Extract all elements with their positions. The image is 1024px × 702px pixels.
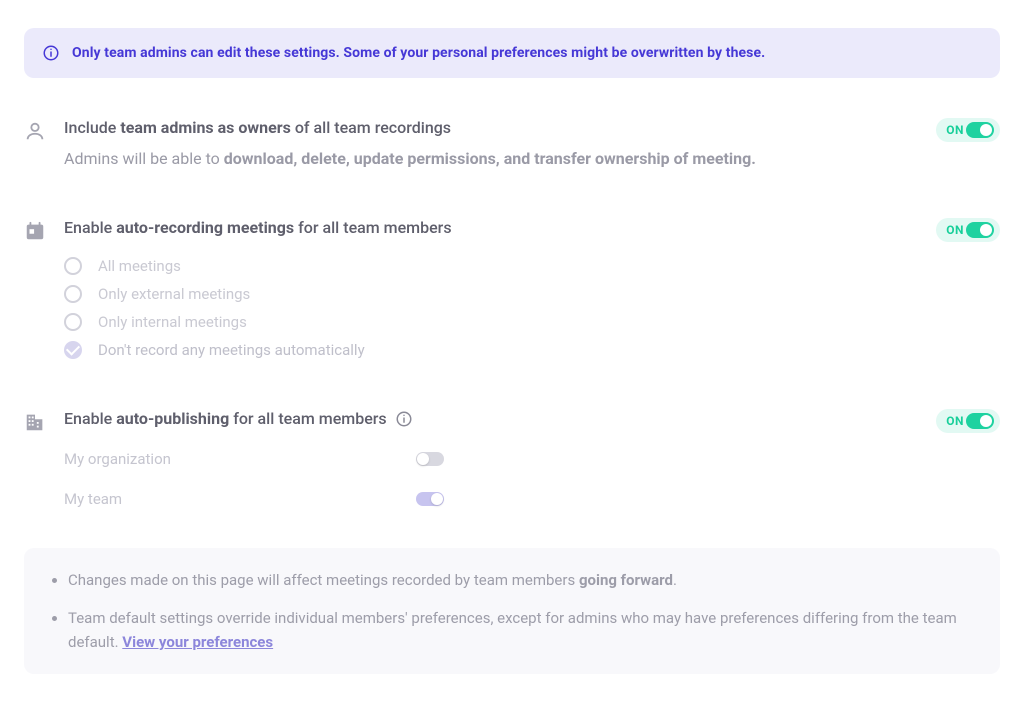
toggle-auto-publishing[interactable]: ON (936, 409, 1000, 433)
radio-all-meetings[interactable]: All meetings (64, 257, 918, 275)
radio-checked-icon (64, 341, 82, 359)
toggle-my-organization[interactable] (416, 452, 444, 466)
info-icon (42, 44, 60, 62)
calendar-icon (24, 220, 46, 242)
footer-bullet-2: Team default settings override individua… (68, 606, 972, 654)
view-preferences-link[interactable]: View your preferences (122, 633, 273, 651)
setting-auto-recording: Enable auto-recording meetings for all t… (24, 218, 1000, 359)
radio-unchecked-icon (64, 285, 82, 303)
switch-on-icon (966, 222, 994, 238)
building-icon (24, 411, 46, 433)
toggle-auto-recording[interactable]: ON (936, 218, 1000, 242)
radio-external-meetings[interactable]: Only external meetings (64, 285, 918, 303)
toggle-label: ON (946, 123, 964, 137)
info-icon[interactable] (395, 410, 413, 428)
radio-dont-record[interactable]: Don't record any meetings automatically (64, 341, 918, 359)
switch-on-icon (966, 413, 994, 429)
auto-recording-options: All meetings Only external meetings Only… (64, 257, 918, 359)
sub-toggle-my-team: My team (64, 490, 444, 508)
setting-include-admins: Include team admins as owners of all tea… (24, 118, 1000, 168)
toggle-label: ON (946, 414, 964, 428)
setting-title: Enable auto-publishing for all team memb… (64, 409, 387, 428)
toggle-my-team[interactable] (416, 492, 444, 506)
radio-unchecked-icon (64, 257, 82, 275)
person-icon (24, 120, 46, 142)
footer-bullet-1: Changes made on this page will affect me… (68, 568, 972, 592)
radio-internal-meetings[interactable]: Only internal meetings (64, 313, 918, 331)
admin-notice-banner: Only team admins can edit these settings… (24, 28, 1000, 78)
toggle-label: ON (946, 223, 964, 237)
setting-auto-publishing: Enable auto-publishing for all team memb… (24, 409, 1000, 508)
footer-notes: Changes made on this page will affect me… (24, 548, 1000, 674)
setting-title: Enable auto-recording meetings for all t… (64, 218, 452, 237)
sub-toggle-my-organization: My organization (64, 450, 444, 468)
sub-toggle-label: My team (64, 490, 122, 508)
setting-title: Include team admins as owners of all tea… (64, 118, 451, 137)
setting-description: Admins will be able to download, delete,… (64, 149, 918, 168)
toggle-include-admins[interactable]: ON (936, 118, 1000, 142)
notice-text: Only team admins can edit these settings… (72, 45, 765, 61)
switch-on-icon (966, 122, 994, 138)
radio-unchecked-icon (64, 313, 82, 331)
sub-toggle-label: My organization (64, 450, 171, 468)
